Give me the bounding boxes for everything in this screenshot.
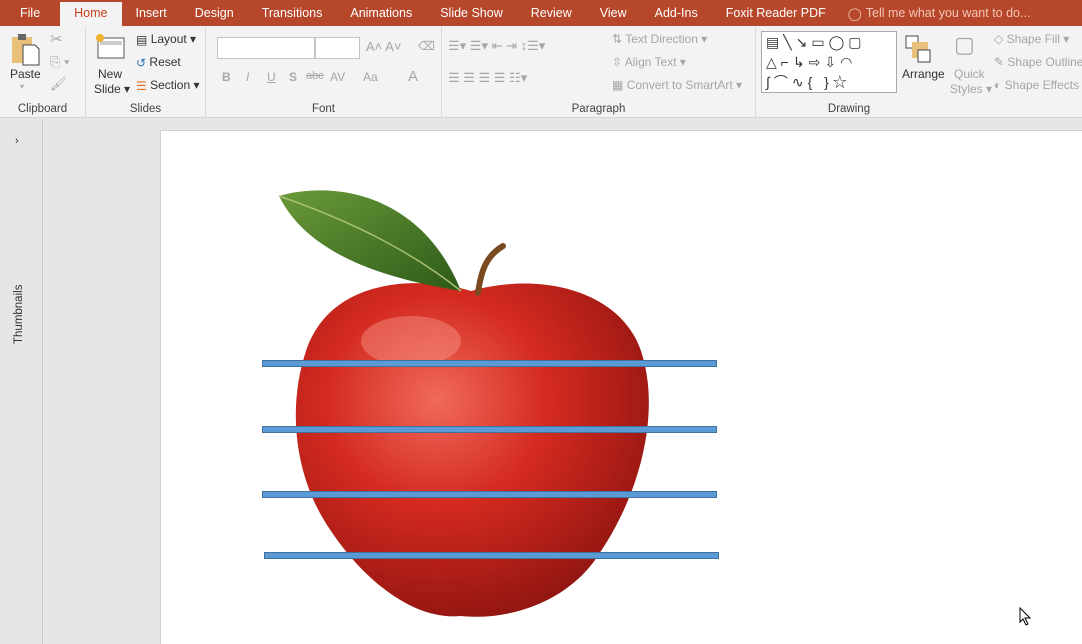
tab-add-ins[interactable]: Add-Ins bbox=[641, 0, 712, 26]
tab-home[interactable]: Home bbox=[60, 2, 122, 26]
section-icon: ☰ bbox=[136, 78, 147, 93]
font-group: A˄ A˅ ⌫ B I U S abc AV Aa A Font bbox=[206, 26, 442, 118]
shape-effects-icon: ◐ bbox=[994, 78, 1002, 92]
tab-insert[interactable]: Insert bbox=[122, 0, 181, 26]
font-label: Font bbox=[311, 103, 335, 115]
paste-icon[interactable] bbox=[10, 32, 40, 69]
blue-line-4[interactable] bbox=[264, 552, 719, 559]
pencil-icon: ✎ bbox=[994, 55, 1005, 69]
text-direction-button[interactable]: ⇅ Text Direction ▾ bbox=[612, 32, 707, 46]
blue-line-1[interactable] bbox=[262, 360, 717, 367]
shape-effects-label: Shape Effects bbox=[1004, 78, 1080, 92]
drawing-group: ▤╲↘▭◯▢ △⌐↳⇨⇩◠ ∫⌒∿{ }☆ Arrange ▢ Quick Styl… bbox=[756, 26, 1082, 118]
text-direction-icon: ⇅ bbox=[612, 32, 623, 46]
quick-styles-button[interactable]: Styles ▾ bbox=[950, 82, 992, 96]
font-color-button[interactable]: A bbox=[408, 68, 418, 85]
arrange-icon[interactable] bbox=[904, 34, 932, 67]
shape-outline-label: Shape Outline bbox=[1007, 55, 1082, 69]
ribbon: Paste ▾ ✂ ⎘ ▾ 🖌 Clipboard New Slide ▾ ▤ … bbox=[0, 26, 1082, 118]
shape-effects-button[interactable]: ◐ Shape Effects bbox=[994, 78, 1079, 92]
paragraph-group: ☰▾ ☰▾ ⇤ ⇥ ↕☰▾ ☰ ☰ ☰ ☰ ☷▾ ⇅ Text Directio… bbox=[442, 26, 756, 118]
align-text-button[interactable]: ⇳ Align Text ▾ bbox=[612, 55, 686, 69]
clear-format-icon[interactable]: ⌫ bbox=[418, 39, 435, 53]
new-slide-icon[interactable] bbox=[94, 32, 126, 63]
char-spacing-button[interactable]: AV bbox=[330, 70, 345, 84]
font-size-dropdown[interactable] bbox=[315, 37, 360, 59]
layout-icon: ▤ bbox=[136, 32, 148, 47]
tab-foxit[interactable]: Foxit Reader PDF bbox=[712, 0, 840, 26]
arrange-button[interactable]: Arrange bbox=[902, 67, 945, 81]
tab-review[interactable]: Review bbox=[517, 0, 586, 26]
shapes-gallery[interactable]: ▤╲↘▭◯▢ △⌐↳⇨⇩◠ ∫⌒∿{ }☆ bbox=[761, 31, 897, 93]
reset-icon: ↺ bbox=[136, 55, 147, 70]
paragraph-label: Paragraph bbox=[571, 103, 626, 115]
shadow-button[interactable]: S bbox=[289, 70, 297, 84]
italic-button[interactable]: I bbox=[246, 70, 249, 84]
paste-button[interactable]: Paste bbox=[10, 67, 41, 81]
slides-group: New Slide ▾ ▤ Layout ▾ ↺ Reset ☰ Section… bbox=[86, 26, 206, 118]
copy-icon[interactable]: ⎘ ▾ bbox=[50, 54, 69, 70]
new-slide-button[interactable]: Slide ▾ bbox=[94, 82, 130, 96]
tab-design[interactable]: Design bbox=[181, 0, 248, 26]
new-slide-label-2: Slide bbox=[94, 82, 121, 96]
align-icons[interactable]: ☰ ☰ ☰ ☰ ☷▾ bbox=[448, 70, 527, 86]
align-text-icon: ⇳ bbox=[612, 55, 623, 69]
shape-outline-button[interactable]: ✎ Shape Outline bbox=[994, 55, 1082, 69]
thumbnails-pane[interactable]: › Thumbnails bbox=[0, 119, 43, 644]
underline-button[interactable]: U bbox=[267, 70, 276, 84]
tell-me-input[interactable]: Tell me what you want to do... bbox=[866, 6, 1031, 20]
reset-button[interactable]: ↺ Reset bbox=[136, 55, 181, 70]
convert-label: Convert to SmartArt bbox=[626, 78, 733, 92]
shape-fill-label: Shape Fill bbox=[1006, 32, 1060, 46]
text-direction-label: Text Direction bbox=[625, 32, 698, 46]
section-button[interactable]: ☰ Section ▾ bbox=[136, 78, 200, 93]
clipboard-label: Clipboard bbox=[17, 103, 68, 115]
layout-button[interactable]: ▤ Layout ▾ bbox=[136, 32, 196, 47]
quick-styles-label-2: Styles bbox=[950, 82, 983, 96]
align-text-label: Align Text bbox=[624, 55, 677, 69]
expand-chevron-icon[interactable]: › bbox=[15, 135, 19, 147]
slides-label: Slides bbox=[129, 103, 162, 115]
font-name-dropdown[interactable] bbox=[217, 37, 315, 59]
tab-view[interactable]: View bbox=[586, 0, 641, 26]
grow-font-icon[interactable]: A˄ A˅ bbox=[366, 39, 401, 54]
quick-styles-icon[interactable]: ▢ bbox=[954, 32, 975, 58]
section-label: Section bbox=[150, 78, 191, 92]
cut-icon[interactable]: ✂ bbox=[50, 30, 63, 48]
blue-line-3[interactable] bbox=[262, 491, 717, 498]
thumbnails-label: Thumbnails bbox=[13, 284, 25, 344]
tab-animations[interactable]: Animations bbox=[336, 0, 426, 26]
clipboard-group: Paste ▾ ✂ ⎘ ▾ 🖌 Clipboard bbox=[0, 26, 86, 118]
drawing-label: Drawing bbox=[827, 103, 871, 115]
shape-fill-button[interactable]: ◇ Shape Fill ▾ bbox=[994, 32, 1069, 46]
reset-label: Reset bbox=[149, 55, 181, 69]
format-painter-icon[interactable]: 🖌 bbox=[50, 76, 67, 92]
strikethrough-button[interactable]: abc bbox=[306, 70, 324, 82]
convert-smartart-button[interactable]: ▦ Convert to SmartArt ▾ bbox=[612, 78, 742, 92]
tab-transitions[interactable]: Transitions bbox=[248, 0, 337, 26]
lightbulb-icon: ◯ bbox=[847, 6, 862, 21]
smartart-icon: ▦ bbox=[612, 78, 624, 92]
tab-file[interactable]: File bbox=[0, 0, 60, 26]
paint-bucket-icon: ◇ bbox=[994, 32, 1004, 46]
mouse-cursor-icon bbox=[1019, 607, 1032, 626]
blue-line-2[interactable] bbox=[262, 426, 717, 433]
slide-canvas[interactable] bbox=[160, 130, 1082, 644]
layout-label: Layout bbox=[150, 32, 187, 46]
change-case-button[interactable]: Aa bbox=[363, 70, 378, 84]
bold-button[interactable]: B bbox=[222, 70, 231, 84]
list-icons[interactable]: ☰▾ ☰▾ ⇤ ⇥ ↕☰▾ bbox=[448, 38, 545, 54]
quick-styles-label-1[interactable]: Quick bbox=[954, 67, 985, 81]
new-slide-label-1[interactable]: New bbox=[98, 67, 122, 81]
tab-slide-show[interactable]: Slide Show bbox=[426, 0, 517, 26]
ribbon-tabs: File Home Insert Design Transitions Anim… bbox=[0, 0, 1082, 26]
